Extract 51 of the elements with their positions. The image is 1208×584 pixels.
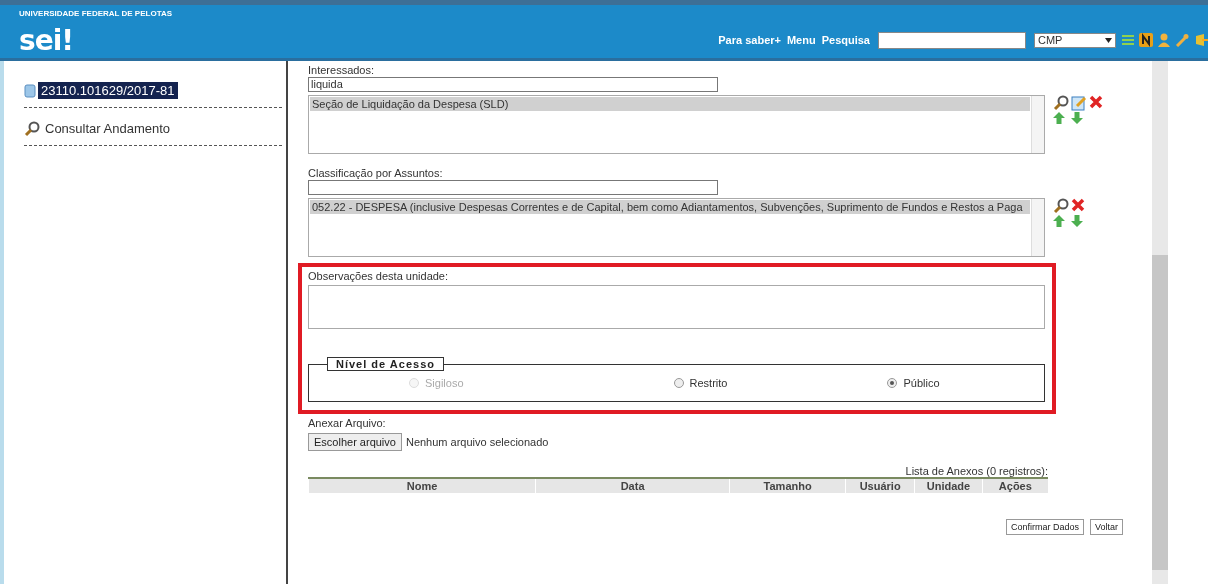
sei-logo[interactable]: sei! (19, 23, 74, 57)
form-button[interactable]: Confirmar Dados (1005, 519, 1084, 535)
institution-name: UNIVERSIDADE FEDERAL DE PELOTAS (18, 8, 174, 20)
down-arrow-icon[interactable] (1071, 112, 1083, 124)
input-field[interactable]: liquida (308, 77, 718, 92)
unit-select[interactable]: CMP (1034, 32, 1116, 48)
input-field[interactable] (308, 180, 718, 195)
remove-icon[interactable] (1071, 198, 1085, 212)
fieldset-legend: Nível de Acesso (327, 357, 444, 371)
column-header: Data (535, 478, 730, 493)
header-link[interactable]: Para saber+ (718, 34, 781, 46)
up-arrow-icon[interactable] (1053, 112, 1065, 124)
list-option[interactable]: 052.22 - DESPESA (inclusive Despesas Correntes e de Capital, bem como Adiantamentos, Subvenções, Suprimento de Fundos e Restos a Paga (310, 200, 1030, 214)
radio-option[interactable]: Público (887, 377, 940, 389)
up-arrow-icon[interactable] (1053, 215, 1065, 227)
list-option[interactable]: Seção de Liquidação da Despesa (SLD) (310, 97, 1030, 111)
caret-icon (1105, 37, 1112, 43)
user-icon[interactable] (1158, 33, 1170, 47)
process-number-link[interactable]: 23110.101629/2017-81 (38, 82, 178, 99)
table-caption: Lista de Anexos (0 registros): (904, 465, 1048, 477)
text-area[interactable] (308, 285, 1045, 329)
choose-file-button[interactable]: Escolher arquivo (308, 433, 402, 451)
remove-icon[interactable] (1089, 95, 1103, 109)
column-header: Unidade (914, 478, 983, 493)
exit-icon[interactable] (1194, 33, 1208, 47)
wrench-icon[interactable] (1175, 33, 1189, 47)
list-box[interactable]: 052.22 - DESPESA (inclusive Despesas Correntes e de Capital, bem como Adiantamentos, Subvenções, Suprimento de Fundos e Restos a Paga (308, 198, 1045, 257)
search-icon[interactable] (1053, 95, 1069, 111)
file-status: Nenhum arquivo selecionado (405, 436, 549, 448)
field-label: Classificação por Assuntos: (308, 166, 444, 180)
list-box[interactable]: Seção de Liquidação da Despesa (SLD) (308, 95, 1045, 154)
search-icon[interactable] (1053, 198, 1069, 214)
radio-option[interactable]: Restrito (673, 377, 728, 389)
down-arrow-icon[interactable] (1071, 215, 1083, 227)
search-icon[interactable] (24, 120, 40, 137)
column-header: Nome (308, 478, 536, 493)
field-label: Observações desta unidade: (308, 269, 450, 283)
field-label: Anexar Arquivo: (308, 416, 387, 430)
column-header: Usuário (845, 478, 915, 493)
header-link[interactable]: Menu (786, 34, 816, 46)
document-icon[interactable] (24, 83, 36, 98)
field-label: Interessados: (308, 63, 376, 77)
search-label: Pesquisa (821, 34, 870, 46)
form-button[interactable]: Voltar (1090, 519, 1123, 535)
column-header: Ações (982, 478, 1048, 493)
sidebar-item[interactable]: Consultar Andamento (42, 120, 174, 137)
column-header: Tamanho (729, 478, 846, 493)
list-icon[interactable] (1122, 34, 1134, 46)
scrollbar[interactable] (1152, 61, 1168, 584)
search-field[interactable] (878, 31, 1026, 49)
notes-icon[interactable] (1139, 33, 1153, 47)
